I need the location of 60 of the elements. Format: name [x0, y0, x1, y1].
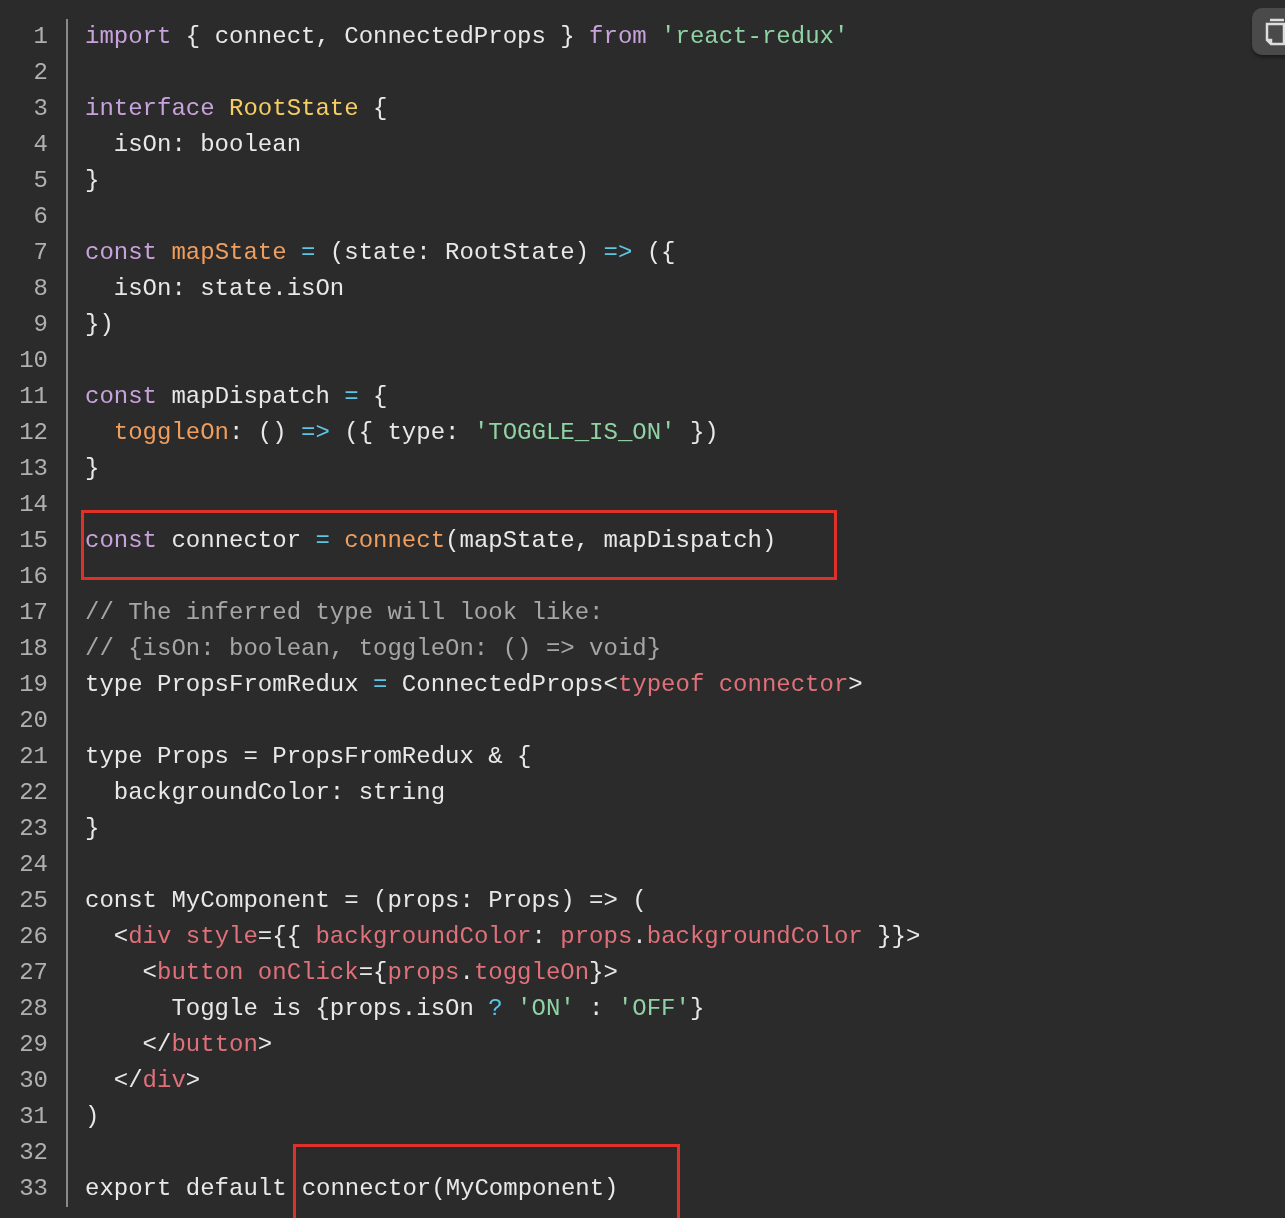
line-number: 32	[18, 1138, 48, 1168]
line-number: 11	[18, 382, 48, 412]
line-number: 2	[32, 58, 48, 88]
code-line: const mapDispatch = {	[85, 382, 388, 412]
line-number: 4	[32, 130, 48, 160]
line-number: 14	[18, 490, 48, 520]
code-line: toggleOn: () => ({ type: 'TOGGLE_IS_ON' })	[112, 418, 719, 448]
code-line: })	[85, 310, 114, 340]
highlighted-code: const connector = connect(mapState, mapDispatch)	[81, 510, 838, 580]
line-number: 1	[32, 22, 48, 52]
code-line: }	[85, 166, 100, 196]
line-number: 31	[18, 1102, 48, 1132]
line-number: 10	[18, 346, 48, 376]
code-line: type Props = PropsFromRedux & {	[85, 742, 532, 772]
code-line: <div style={{ backgroundColor: props.backgroundColor }}>	[112, 922, 921, 952]
line-number: 8	[32, 274, 48, 304]
line-number: 21	[18, 742, 48, 772]
line-number: 3	[32, 94, 48, 124]
code-line: </button>	[141, 1030, 273, 1060]
code-line: }	[85, 454, 100, 484]
code-line: }	[85, 814, 100, 844]
code-line: // The inferred type will look like:	[85, 598, 604, 628]
line-number: 20	[18, 706, 48, 736]
line-number: 25	[18, 886, 48, 916]
code-line: // {isOn: boolean, toggleOn: () => void}	[85, 634, 662, 664]
code-line: Toggle is {props.isOn ? 'ON' : 'OFF'}	[170, 994, 705, 1024]
line-number: 28	[18, 994, 48, 1024]
code-line: const MyComponent = (props: Props) => (	[85, 886, 647, 916]
line-number: 29	[18, 1030, 48, 1060]
code-line: </div>	[112, 1066, 201, 1096]
code-line: backgroundColor: string	[112, 778, 446, 808]
line-number: 30	[18, 1066, 48, 1096]
line-number: 12	[18, 418, 48, 448]
line-number: 18	[18, 634, 48, 664]
line-number: 22	[18, 778, 48, 808]
code-line: export default	[85, 1174, 287, 1204]
line-number: 15	[18, 526, 48, 556]
code-line: type PropsFromRedux = ConnectedProps<typeof connector>	[85, 670, 863, 700]
copy-icon	[1264, 17, 1285, 46]
code-line: import { connect, ConnectedProps } from 'react-redux'	[85, 22, 849, 52]
highlighted-code: connector(MyComponent)	[292, 1144, 680, 1218]
line-number: 9	[32, 310, 48, 340]
line-number: 33	[18, 1174, 48, 1204]
line-number: 19	[18, 670, 48, 700]
line-number: 13	[18, 454, 48, 484]
line-number: 24	[18, 850, 48, 880]
line-number: 6	[32, 202, 48, 232]
code-line: const mapState = (state: RootState) => ({	[85, 238, 676, 268]
code-line: isOn: state.isOn	[112, 274, 345, 304]
code-line: interface RootState {	[85, 94, 388, 124]
code-line: )	[85, 1102, 100, 1132]
line-number: 23	[18, 814, 48, 844]
code-line: <button onClick={props.toggleOn}>	[141, 958, 618, 988]
line-number: 7	[32, 238, 48, 268]
line-number: 27	[18, 958, 48, 988]
line-number: 17	[18, 598, 48, 628]
code-line: isOn: boolean	[112, 130, 302, 160]
line-number: 26	[18, 922, 48, 952]
line-number: 5	[32, 166, 48, 196]
line-number: 16	[18, 562, 48, 592]
